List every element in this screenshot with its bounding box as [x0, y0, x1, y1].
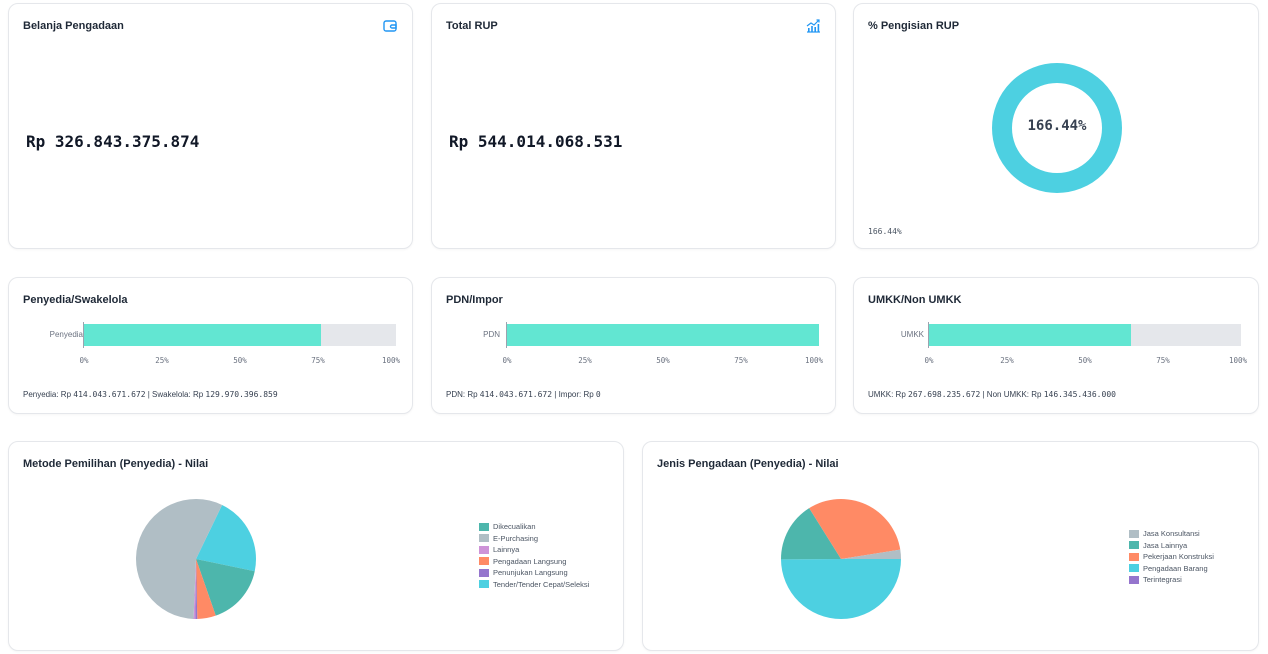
bar-label: UMKK [900, 330, 924, 339]
legend-item-jasa-konsultansi[interactable]: Jasa Konsultansi [1129, 528, 1214, 540]
tick: 0% [924, 356, 934, 365]
legend-swatch [479, 534, 489, 543]
legend-label: Lainnya [493, 545, 520, 555]
legend-swatch [1129, 529, 1139, 538]
chart-growth-icon [806, 19, 820, 33]
legend-label: Dikecualikan [493, 522, 536, 532]
note-mid: | Impor: Rp [552, 390, 596, 399]
tick: 25% [155, 356, 169, 365]
legend-item-pengadaan-barang[interactable]: Pengadaan Barang [1129, 563, 1214, 575]
legend-swatch [1129, 575, 1139, 584]
legend-swatch [479, 545, 489, 554]
umkk-card: UMKK/Non UMKK UMKK 0% 25% 50% 75% 100% U… [853, 277, 1259, 414]
wallet-icon [383, 20, 397, 32]
umkk-bar [929, 324, 1131, 346]
legend-item-dikecualikan[interactable]: Dikecualikan [479, 521, 589, 533]
tick: 25% [1000, 356, 1014, 365]
bar-note: PDN: Rp 414.043.671.672 | Impor: Rp 0 [446, 390, 601, 399]
tick: 50% [233, 356, 247, 365]
metode-legend: Dikecualikan E-Purchasing Lainnya Pengadaan… [479, 521, 589, 590]
tick: 0% [79, 356, 89, 365]
tick: 75% [1156, 356, 1170, 365]
legend-swatch [479, 580, 489, 589]
legend-item-lainnya[interactable]: Lainnya [479, 544, 589, 556]
note-value: 129.970.396.859 [205, 390, 278, 399]
chart-title: Jenis Pengadaan (Penyedia) - Nilai [657, 458, 839, 470]
total-rup-card: Total RUP Rp 544.014.068.531 [431, 3, 836, 249]
legend-label: Penunjukan Langsung [493, 568, 568, 578]
legend-label: Pengadaan Langsung [493, 556, 567, 566]
tick: 100% [1228, 356, 1248, 365]
jenis-pengadaan-card: Jenis Pengadaan (Penyedia) - Nilai Jasa … [642, 441, 1259, 651]
chart-title: Metode Pemilihan (Penyedia) - Nilai [23, 458, 209, 470]
legend-item-e-purchasing[interactable]: E-Purchasing [479, 533, 589, 545]
pengisian-note: 166.44% [868, 227, 902, 236]
belanja-pengadaan-card: Belanja Pengadaan Rp 326.843.375.874 [8, 3, 413, 249]
card-title: Total RUP [446, 20, 498, 32]
metode-pie-chart [136, 499, 256, 619]
penyedia-swakelola-card: Penyedia/Swakelola Penyedia 0% 25% 50% 7… [8, 277, 413, 414]
card-title: % Pengisian RUP [868, 20, 960, 32]
legend-label: Terintegrasi [1143, 575, 1182, 585]
legend-label: Jasa Lainnya [1143, 540, 1188, 550]
bar-note: UMKK: Rp 267.698.235.672 | Non UMKK: Rp … [868, 390, 1116, 399]
belanja-value: Rp 326.843.375.874 [26, 132, 200, 151]
donut-center-label: 166.44% [1027, 118, 1087, 134]
legend-label: Pekerjaan Konstruksi [1143, 552, 1214, 562]
tick: 100% [804, 356, 824, 365]
legend-swatch [479, 568, 489, 577]
legend-label: Pengadaan Barang [1143, 563, 1208, 573]
tick: 0% [502, 356, 512, 365]
legend-label: Tender/Tender Cepat/Seleksi [493, 579, 590, 589]
bar-note: Penyedia: Rp 414.043.671.672 | Swakelola… [23, 390, 278, 399]
card-title: Belanja Pengadaan [23, 20, 124, 32]
metode-pemilihan-card: Metode Pemilihan (Penyedia) - Nilai Dike… [8, 441, 624, 651]
legend-item-jasa-lainnya[interactable]: Jasa Lainnya [1129, 540, 1214, 552]
legend-swatch [1129, 552, 1139, 561]
bar-track [929, 324, 1241, 346]
pie-slice-pengadaan-barang[interactable] [781, 559, 901, 620]
pengisian-rup-card: % Pengisian RUP 166.44% 166.44% [853, 3, 1259, 249]
legend-swatch [1129, 564, 1139, 573]
bar-track [84, 324, 396, 346]
legend-item-pengadaan-langsung[interactable]: Pengadaan Langsung [479, 556, 589, 568]
legend-item-pekerjaan-konstruksi[interactable]: Pekerjaan Konstruksi [1129, 551, 1214, 563]
pdn-bar [507, 324, 819, 346]
note-prefix: UMKK: Rp [868, 390, 909, 399]
note-value: 414.043.671.672 [73, 390, 146, 399]
note-mid: | Non UMKK: Rp [980, 390, 1044, 399]
penyedia-bar [84, 324, 322, 346]
jenis-legend: Jasa Konsultansi Jasa Lainnya Pekerjaan Ko… [1129, 528, 1214, 586]
note-value: 146.345.436.000 [1043, 390, 1116, 399]
legend-swatch [479, 522, 489, 531]
legend-label: E-Purchasing [493, 533, 539, 543]
jenis-pie-chart [781, 499, 901, 620]
legend-item-penunjukan-langsung[interactable]: Penunjukan Langsung [479, 567, 589, 579]
note-value: 267.698.235.672 [908, 390, 981, 399]
card-title: PDN/Impor [446, 294, 503, 306]
note-prefix: PDN: Rp [446, 390, 480, 399]
tick: 100% [381, 356, 401, 365]
tick: 75% [734, 356, 748, 365]
tick: 50% [1078, 356, 1092, 365]
bar-track [507, 324, 819, 346]
legend-swatch [1129, 541, 1139, 550]
card-title: Penyedia/Swakelola [23, 294, 128, 306]
note-value: 0 [595, 390, 601, 399]
tick: 75% [311, 356, 325, 365]
bar-label: PDN [483, 330, 500, 339]
tick: 50% [656, 356, 670, 365]
legend-item-terintegrasi[interactable]: Terintegrasi [1129, 574, 1214, 586]
note-value: 414.043.671.672 [479, 390, 553, 399]
tick: 25% [578, 356, 592, 365]
card-title: UMKK/Non UMKK [868, 294, 962, 306]
note-prefix: Penyedia: Rp [23, 390, 74, 399]
note-mid: | Swakelola: Rp [145, 390, 206, 399]
rup-value: Rp 544.014.068.531 [449, 132, 623, 151]
legend-label: Jasa Konsultansi [1143, 529, 1200, 539]
legend-swatch [479, 557, 489, 566]
legend-item-tender-tender-cepat-seleksi[interactable]: Tender/Tender Cepat/Seleksi [479, 579, 589, 591]
bar-label: Penyedia [49, 330, 83, 339]
pdn-impor-card: PDN/Impor PDN 0% 25% 50% 75% 100% PDN: R… [431, 277, 836, 414]
